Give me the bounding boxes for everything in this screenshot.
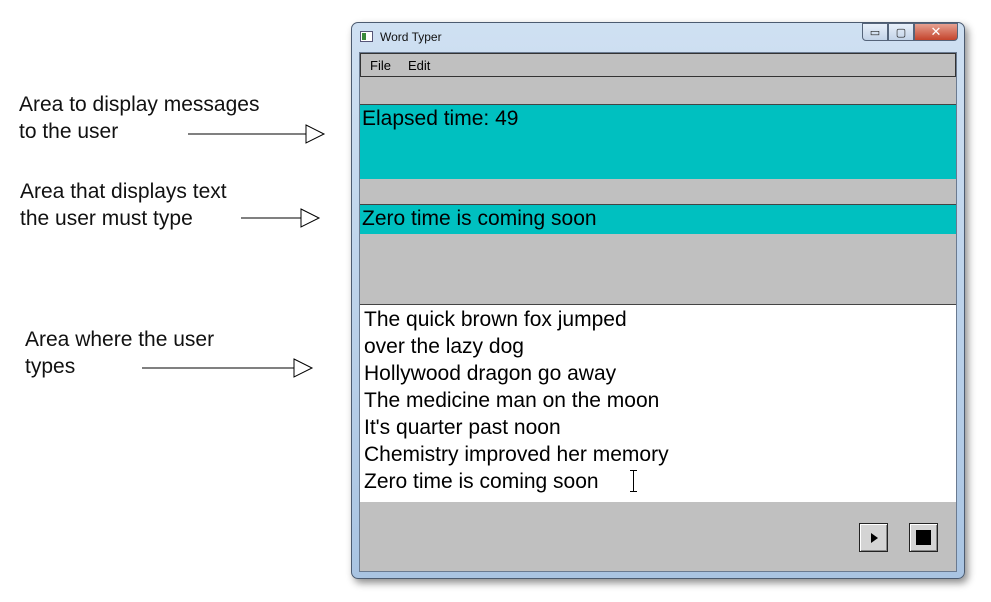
play-icon (871, 533, 878, 543)
target-text-area: Zero time is coming soon (360, 204, 956, 234)
arrow-messages (188, 124, 326, 144)
text-cursor (630, 470, 637, 492)
close-button[interactable]: ✕ (914, 23, 958, 41)
close-icon: ✕ (930, 24, 942, 40)
typed-line: Hollywood dragon go away (364, 362, 617, 385)
minimize-icon: ▭ (869, 25, 881, 39)
maximize-button[interactable]: ▢ (888, 23, 914, 41)
window-title: Word Typer (380, 30, 442, 44)
menu-edit[interactable]: Edit (408, 58, 430, 73)
stop-button[interactable] (909, 523, 938, 552)
menu-bar: File Edit (360, 53, 956, 77)
annotation-target: Area that displays text the user must ty… (20, 180, 227, 230)
target-text: Zero time is coming soon (362, 207, 597, 230)
title-bar[interactable]: Word Typer ▭ ▢ ✕ (352, 23, 964, 51)
typed-line: It's quarter past noon (364, 416, 561, 439)
word-typer-window: Word Typer ▭ ▢ ✕ File Edit Elapsed time:… (351, 22, 965, 579)
typed-line: Chemistry improved her memory (364, 443, 669, 466)
client-area: File Edit Elapsed time: 49 Zero time is … (359, 52, 957, 572)
typed-line: over the lazy dog (364, 335, 524, 358)
maximize-icon: ▢ (895, 25, 907, 39)
typed-line: The quick brown fox jumped (364, 308, 627, 331)
stop-icon (916, 530, 931, 545)
arrow-typing (142, 358, 314, 378)
message-text: Elapsed time: 49 (362, 107, 519, 130)
typing-area[interactable]: The quick brown fox jumped over the lazy… (360, 304, 956, 502)
arrow-target (241, 208, 321, 228)
message-area: Elapsed time: 49 (360, 104, 956, 179)
app-icon (360, 31, 373, 42)
play-button[interactable] (859, 523, 888, 552)
typed-line: Zero time is coming soon (364, 470, 599, 493)
typed-line: The medicine man on the moon (364, 389, 660, 412)
minimize-button[interactable]: ▭ (862, 23, 888, 41)
menu-file[interactable]: File (370, 58, 391, 73)
